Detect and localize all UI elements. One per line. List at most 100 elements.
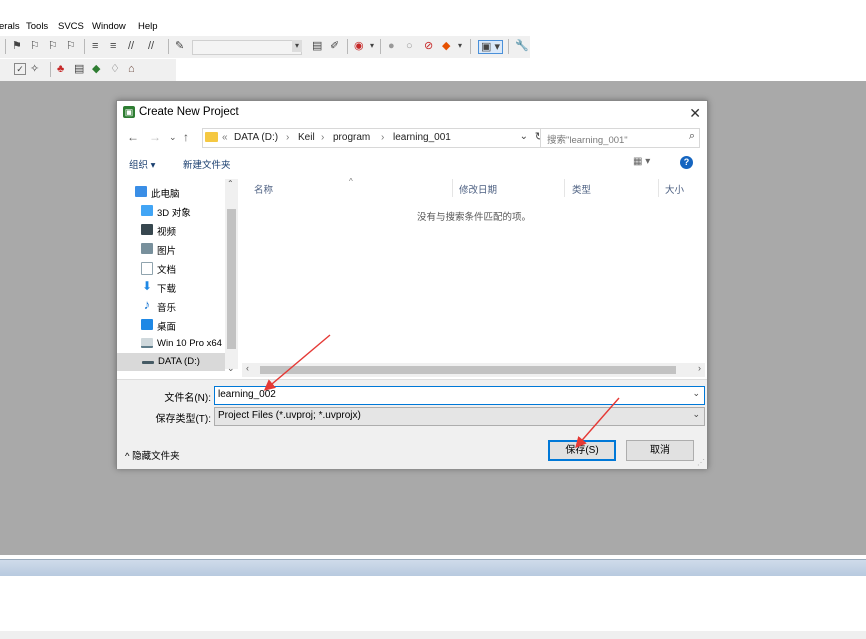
- scroll-up-icon[interactable]: ⌃: [227, 179, 234, 188]
- nav-scroll-thumb[interactable]: [227, 209, 236, 349]
- filename-label: 文件名(N):: [164, 393, 211, 404]
- manage-icon[interactable]: ▤: [74, 63, 84, 75]
- scroll-left-icon[interactable]: ‹: [246, 363, 249, 373]
- column-date-modified[interactable]: 修改日期: [459, 182, 497, 196]
- nav-item-label: 音乐: [157, 303, 177, 314]
- nav-item-data-drive[interactable]: DATA (D:): [117, 353, 225, 371]
- settings-dropdown-icon[interactable]: ▾: [458, 40, 462, 52]
- create-project-dialog: ▣ Create New Project ✕ ← → ⌄ ↑ « DATA (D…: [116, 100, 708, 469]
- toolbar-separator: [380, 39, 381, 54]
- save-options-area: 文件名(N): learning_002 ⌄ 保存类型(T): Project …: [117, 379, 707, 469]
- toolbar-separator: [5, 39, 6, 54]
- filename-dropdown-icon[interactable]: ⌄: [692, 388, 700, 399]
- target-icon[interactable]: ♣: [57, 63, 64, 75]
- packs-icon[interactable]: ⌂: [128, 63, 135, 75]
- find-in-files-icon[interactable]: ✎: [175, 40, 184, 52]
- checkbox-icon[interactable]: ✓: [14, 63, 26, 75]
- nav-item-label: 下载: [157, 284, 177, 295]
- organize-button[interactable]: 组织 ▾: [129, 157, 155, 171]
- disable-breakpoint-icon[interactable]: ○: [406, 40, 413, 52]
- scroll-right-icon[interactable]: ›: [698, 363, 701, 373]
- breadcrumb-separator: ›: [381, 132, 385, 143]
- prev-bookmark-icon[interactable]: ⚐: [30, 40, 40, 52]
- diamond-icon[interactable]: ◆: [92, 63, 100, 75]
- column-name[interactable]: 名称: [254, 182, 273, 196]
- nav-scrollbar[interactable]: ⌃: [225, 179, 238, 369]
- dialog-titlebar[interactable]: ▣ Create New Project ✕: [117, 101, 707, 125]
- view-options-icon[interactable]: ▦ ▾: [633, 156, 650, 167]
- breadcrumb-separator: ›: [286, 132, 290, 143]
- wrench-icon[interactable]: 🔧: [515, 40, 529, 52]
- find-combo[interactable]: [192, 40, 302, 55]
- magic-wand-icon[interactable]: ✧: [30, 63, 39, 75]
- list-horizontal-scrollbar[interactable]: ‹ ›: [242, 363, 705, 377]
- menu-window[interactable]: Window: [92, 21, 126, 32]
- incremental-find-icon[interactable]: ✐: [330, 40, 339, 52]
- column-type[interactable]: 类型: [572, 182, 591, 196]
- breadcrumb-overflow[interactable]: «: [222, 132, 228, 143]
- hide-folders-toggle[interactable]: ^ 隐藏文件夹: [125, 448, 180, 462]
- filetype-dropdown-icon[interactable]: ⌄: [692, 409, 700, 420]
- back-arrow-icon[interactable]: ←: [127, 130, 139, 144]
- kill-breakpoints-icon[interactable]: ⊘: [424, 40, 433, 52]
- new-folder-button[interactable]: 新建文件夹: [183, 157, 231, 171]
- menu-peripherals[interactable]: erals: [0, 21, 20, 32]
- nav-scroll-down-icon[interactable]: ⌄: [227, 363, 235, 374]
- close-icon[interactable]: ✕: [689, 105, 701, 122]
- drive-icon: [142, 361, 154, 364]
- pack-installer-icon[interactable]: ♢: [110, 63, 120, 75]
- menu-help[interactable]: Help: [138, 21, 158, 32]
- download-icon: ⬇: [141, 279, 153, 293]
- search-icon[interactable]: ⌕: [689, 130, 695, 143]
- cancel-button[interactable]: 取消: [626, 440, 694, 461]
- list-scroll-thumb[interactable]: [260, 366, 676, 374]
- next-bookmark-icon[interactable]: ⚐: [48, 40, 58, 52]
- nav-item-this-pc[interactable]: 此电脑: [135, 183, 237, 201]
- breadcrumb-drive[interactable]: DATA (D:): [234, 132, 278, 143]
- up-arrow-icon[interactable]: ↑: [183, 130, 189, 144]
- help-icon[interactable]: ?: [680, 156, 693, 169]
- command-bar: 组织 ▾ 新建文件夹 ▦ ▾ ?: [117, 151, 707, 173]
- toolbar-build: ✓ ✧ ♣ ▤ ◆ ♢ ⌂: [0, 59, 176, 81]
- desktop-icon: [141, 319, 153, 330]
- column-divider[interactable]: [658, 179, 659, 197]
- save-button[interactable]: 保存(S): [548, 440, 616, 461]
- folder-icon: [205, 132, 218, 142]
- breadcrumb-program[interactable]: program: [333, 132, 370, 143]
- clear-bookmarks-icon[interactable]: ⚐: [66, 40, 76, 52]
- nav-item-label: 视频: [157, 227, 177, 238]
- find-icon[interactable]: ▤: [312, 40, 322, 52]
- dialog-title: Create New Project: [139, 106, 239, 118]
- find-combo-dropdown-icon[interactable]: ▾: [292, 40, 302, 52]
- filetype-select[interactable]: Project Files (*.uvproj; *.uvprojx) ⌄: [214, 407, 705, 426]
- bookmark-icon[interactable]: ⚑: [12, 40, 22, 52]
- column-divider[interactable]: [564, 179, 565, 197]
- window-layout-icon[interactable]: ▣ ▾: [478, 40, 503, 54]
- uncomment-icon[interactable]: //: [148, 40, 154, 52]
- settings-icon[interactable]: ◆: [442, 40, 450, 52]
- video-icon: [141, 224, 153, 235]
- address-dropdown-icon[interactable]: ⌄: [520, 131, 528, 142]
- breadcrumb-keil[interactable]: Keil: [298, 132, 315, 143]
- breakpoint-icon[interactable]: ●: [388, 40, 395, 52]
- debug-dropdown-icon[interactable]: ▾: [370, 40, 374, 52]
- address-bar[interactable]: « DATA (D:) › Keil › program › learning_…: [202, 128, 549, 148]
- comment-icon[interactable]: //: [128, 40, 134, 52]
- nav-item-system-drive[interactable]: Win 10 Pro x64: [141, 335, 231, 353]
- menu-svcs[interactable]: SVCS: [58, 21, 84, 32]
- unindent-icon[interactable]: ≡: [110, 40, 116, 52]
- indent-icon[interactable]: ≡: [92, 40, 98, 52]
- menu-tools[interactable]: Tools: [26, 21, 48, 32]
- filename-field[interactable]: learning_002 ⌄: [214, 386, 705, 405]
- nav-item-label: 此电脑: [151, 189, 180, 200]
- recent-dropdown-icon[interactable]: ⌄: [169, 132, 177, 143]
- debug-icon[interactable]: ◉: [354, 40, 364, 52]
- search-input[interactable]: 搜索"learning_001" ⌕: [540, 128, 700, 148]
- forward-arrow-icon[interactable]: →: [149, 130, 161, 144]
- column-size[interactable]: 大小: [665, 182, 684, 196]
- column-divider[interactable]: [452, 179, 453, 197]
- nav-item-label: DATA (D:): [158, 356, 200, 367]
- breadcrumb-learning-001[interactable]: learning_001: [393, 132, 451, 143]
- toolbar-separator: [168, 39, 169, 54]
- resize-grip-icon[interactable]: ⋰: [697, 458, 705, 467]
